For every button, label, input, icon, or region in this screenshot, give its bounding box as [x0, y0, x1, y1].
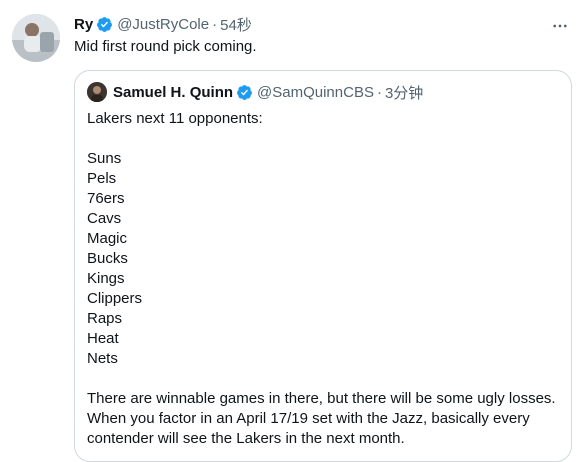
list-item: Heat [87, 330, 119, 347]
list-item: Pels [87, 170, 117, 187]
list-item: Magic [87, 230, 128, 247]
list-item: Cavs [87, 210, 122, 227]
verified-badge-icon [236, 84, 253, 101]
list-item: Kings [87, 270, 125, 287]
more-options-icon[interactable] [550, 16, 570, 36]
list-item: Suns [87, 150, 122, 167]
verified-badge-icon [96, 16, 113, 33]
opponent-list: Suns Pels 76ers Cavs Magic Bucks Kings C… [87, 149, 563, 369]
quoted-author-avatar [87, 82, 107, 102]
tweet-timestamp[interactable]: 54秒 [220, 14, 252, 35]
author-handle[interactable]: @JustRyCole [117, 16, 209, 33]
list-item: Clippers [87, 290, 143, 307]
list-item: Nets [87, 350, 118, 367]
author-name[interactable]: Ry [74, 16, 93, 33]
quoted-author-handle: @SamQuinnCBS [257, 83, 374, 101]
list-item: Bucks [87, 250, 128, 267]
list-item: Raps [87, 310, 123, 327]
tweet-header: Ry @JustRyCole · 54秒 [74, 14, 252, 34]
list-item: 76ers [87, 190, 125, 207]
quoted-intro: Lakers next 11 opponents: [87, 110, 263, 127]
quoted-tweet[interactable]: Samuel H. Quinn @SamQuinnCBS · 3分钟 Laker… [74, 70, 572, 462]
separator-dot: · [212, 15, 218, 33]
quoted-tweet-text: Lakers next 11 opponents: Suns Pels 76er… [87, 109, 563, 449]
author-avatar[interactable] [12, 14, 60, 62]
tweet-text: Mid first round pick coming. [74, 38, 257, 55]
quoted-closing: There are winnable games in there, but t… [87, 390, 556, 447]
quoted-tweet-timestamp: 3分钟 [384, 84, 424, 102]
quoted-author-name: Samuel H. Quinn [113, 83, 234, 101]
separator-dot: · [376, 83, 382, 101]
quoted-tweet-header: Samuel H. Quinn @SamQuinnCBS · 3分钟 [87, 81, 423, 103]
